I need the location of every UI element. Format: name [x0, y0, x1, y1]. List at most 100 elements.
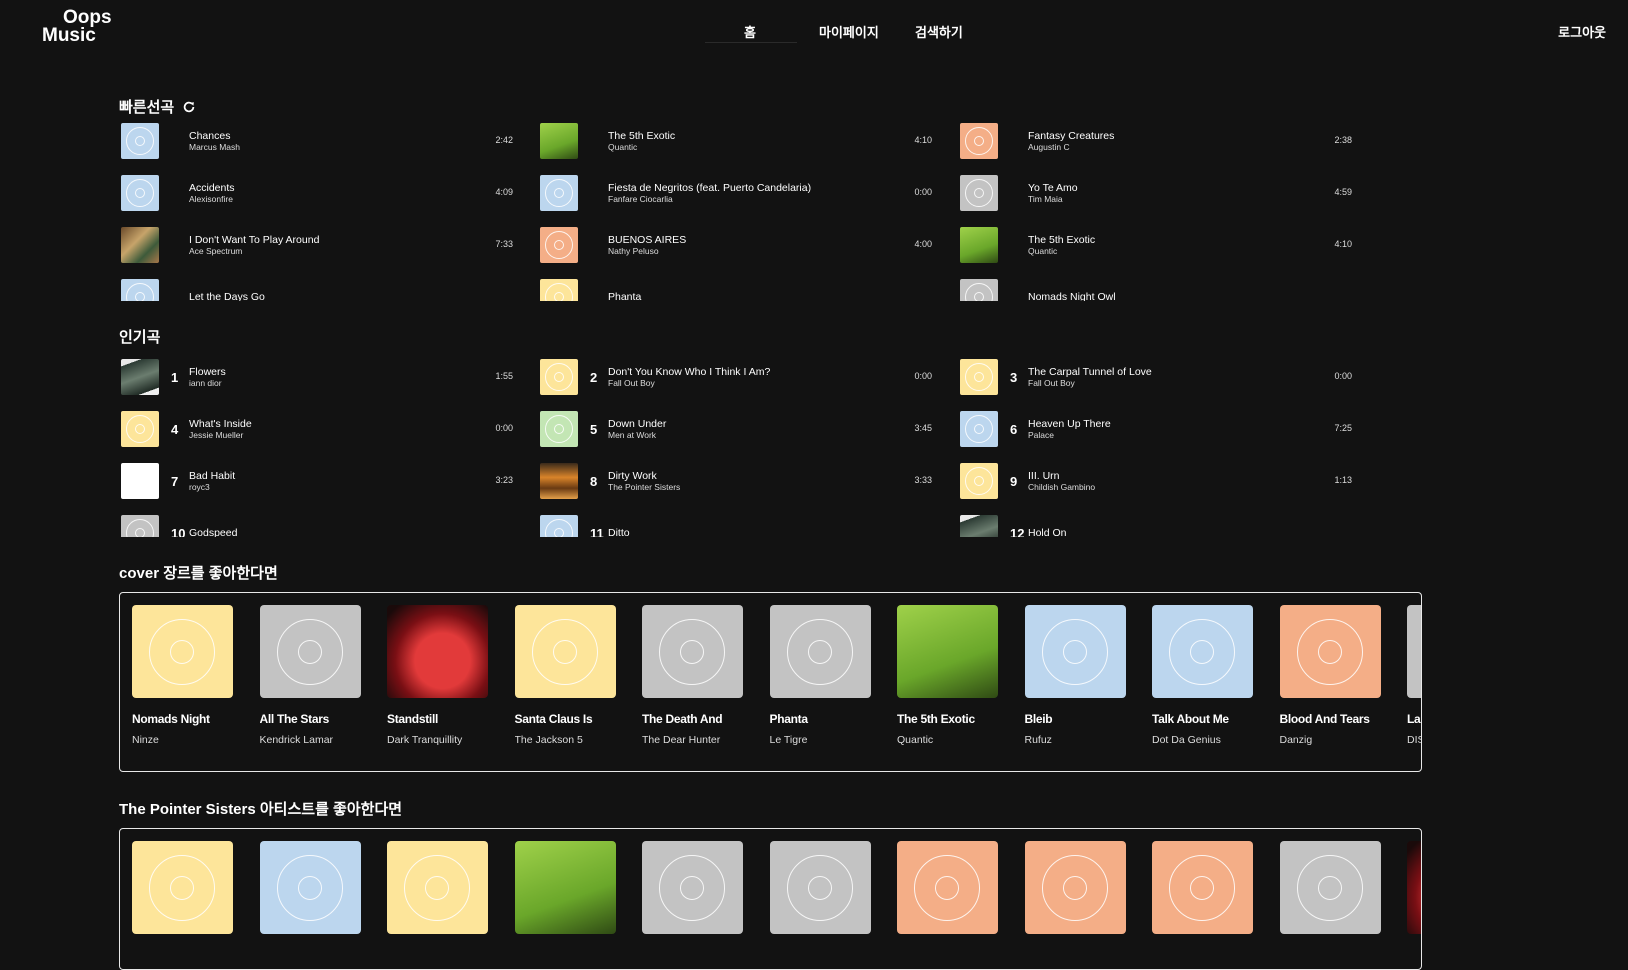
track-duration: 4:00 — [914, 239, 932, 249]
album-card[interactable]: Santa Claus Is The Jackson 5 — [514, 605, 616, 746]
album-artist: Dot Da Genius — [1152, 734, 1221, 746]
album-cover — [132, 605, 233, 698]
album-art — [540, 463, 578, 499]
album-art — [121, 515, 159, 537]
album-card[interactable]: The 5th Exotic Quantic — [897, 605, 998, 746]
track-row[interactable]: Fiesta de Negritos (feat. Puerto Candela… — [540, 173, 932, 213]
disc-center-icon — [974, 292, 984, 301]
album-card[interactable]: All The Stars Kendrick Lamar — [259, 605, 361, 746]
album-card[interactable]: Nomads Night Ninze — [132, 605, 233, 746]
album-cover — [387, 841, 488, 934]
album-card[interactable] — [387, 841, 488, 934]
track-row[interactable]: I Don't Want To Play Around Ace Spectrum 7… — [121, 225, 513, 265]
track-row[interactable]: 8 Dirty Work The Pointer Sisters 3:33 — [540, 461, 932, 501]
app-logo[interactable]: Oops Music — [42, 8, 112, 45]
genre-carousel[interactable]: Nomads Night Ninze All The Stars Kendrick L… — [119, 592, 1422, 772]
track-title: Fiesta de Negritos (feat. Puerto Candela… — [608, 181, 812, 194]
disc-center-icon — [554, 292, 564, 301]
album-card[interactable] — [897, 841, 998, 934]
album-art — [540, 227, 578, 263]
nav-home[interactable]: 홈 — [744, 22, 756, 41]
album-cover — [1407, 841, 1421, 934]
album-art — [960, 175, 998, 211]
album-card[interactable]: The Death And The Dear Hunter — [642, 605, 743, 746]
track-row[interactable]: 12 Hold On — [960, 513, 1352, 537]
album-art — [540, 175, 578, 211]
track-row[interactable]: Fantasy Creatures Augustin C 2:38 — [960, 121, 1352, 161]
album-card[interactable] — [1407, 841, 1421, 934]
track-row[interactable]: Phanta — [540, 277, 932, 301]
track-title: What's Inside — [189, 417, 252, 430]
track-title: The 5th Exotic — [1028, 233, 1096, 246]
track-row[interactable]: 4 What's Inside Jessie Mueller 0:00 — [121, 409, 513, 449]
track-rank: 1 — [171, 369, 179, 385]
disc-center-icon — [135, 528, 145, 537]
track-row[interactable]: 2 Don't You Know Who I Think I Am? Fall Ou… — [540, 357, 932, 397]
disc-center-icon — [1190, 640, 1214, 664]
nav-mypage[interactable]: 마이페이지 — [819, 22, 879, 41]
track-row[interactable]: 9 III. Urn Childish Gambino 1:13 — [960, 461, 1352, 501]
track-row[interactable]: 10 Godspeed — [121, 513, 513, 537]
track-info: Yo Te Amo Tim Maia — [1028, 182, 1323, 204]
artist-carousel[interactable] — [119, 828, 1422, 970]
track-row[interactable]: Yo Te Amo Tim Maia 4:59 — [960, 173, 1352, 213]
track-info: Fiesta de Negritos (feat. Puerto Candela… — [608, 181, 903, 204]
track-info: Phanta — [608, 290, 903, 301]
album-card[interactable]: Blood And Tears Danzig — [1279, 605, 1381, 746]
disc-center-icon — [974, 424, 984, 434]
album-card[interactable] — [514, 841, 616, 934]
album-artist: Ninze — [132, 734, 159, 746]
track-rank: 8 — [590, 473, 598, 489]
track-row[interactable]: 11 Ditto — [540, 513, 932, 537]
album-card[interactable]: Phanta Le Tigre — [769, 605, 871, 746]
track-row[interactable]: 5 Down Under Men at Work 3:45 — [540, 409, 932, 449]
disc-center-icon — [680, 876, 704, 900]
track-row[interactable]: The 5th Exotic Quantic 4:10 — [960, 225, 1352, 265]
track-row[interactable]: Nomads Night Owl — [960, 277, 1352, 301]
album-card[interactable] — [132, 841, 233, 934]
track-row[interactable]: The 5th Exotic Quantic 4:10 — [540, 121, 932, 161]
track-row[interactable]: 7 Bad Habit royc3 3:23 — [121, 461, 513, 501]
track-rank: 5 — [590, 421, 598, 437]
track-title: Accidents — [189, 181, 235, 194]
album-art — [960, 515, 998, 537]
album-card[interactable] — [1152, 841, 1253, 934]
album-card[interactable]: Standstill Dark Tranquillity — [387, 605, 488, 746]
nav-search[interactable]: 검색하기 — [915, 22, 963, 41]
album-cover — [1407, 605, 1421, 698]
album-card[interactable] — [642, 841, 743, 934]
track-row[interactable]: 6 Heaven Up There Palace 7:25 — [960, 409, 1352, 449]
track-info: Bad Habit royc3 — [189, 470, 484, 492]
track-title: I Don't Want To Play Around — [189, 233, 320, 246]
album-title: The 5th Exotic — [897, 712, 975, 726]
album-card[interactable] — [769, 841, 871, 934]
album-card[interactable] — [1024, 841, 1126, 934]
track-row[interactable]: 1 Flowers iann dior 1:55 — [121, 357, 513, 397]
track-row[interactable]: Chances Marcus Mash 2:42 — [121, 121, 513, 161]
track-row[interactable]: Accidents Alexisonfire 4:09 — [121, 173, 513, 213]
disc-center-icon — [1062, 640, 1087, 664]
track-duration: 1:13 — [1334, 475, 1352, 485]
track-row[interactable]: 3 The Carpal Tunnel of Love Fall Out Boy 0:… — [960, 357, 1352, 397]
album-card[interactable] — [259, 841, 361, 934]
album-cover — [642, 605, 743, 698]
track-row[interactable]: BUENOS AIRES Nathy Peluso 4:00 — [540, 225, 932, 265]
track-duration: 7:25 — [1334, 423, 1352, 433]
album-title: Santa Claus Is — [514, 712, 593, 726]
album-card[interactable]: Bleib Rufuz — [1024, 605, 1126, 746]
track-row[interactable]: Let the Days Go — [121, 277, 513, 301]
album-card[interactable]: La DIS — [1407, 605, 1421, 746]
track-title: Fantasy Creatures — [1028, 129, 1115, 142]
album-card[interactable] — [1279, 841, 1381, 934]
disc-center-icon — [170, 640, 194, 664]
album-art — [121, 227, 159, 263]
album-card[interactable]: Talk About Me Dot Da Genius — [1152, 605, 1253, 746]
logout-button[interactable]: 로그아웃 — [1558, 22, 1606, 41]
track-rank: 10 — [171, 525, 186, 538]
refresh-icon[interactable] — [182, 100, 196, 114]
track-info: Chances Marcus Mash — [189, 130, 484, 152]
disc-center-icon — [135, 292, 145, 301]
track-title: Phanta — [608, 290, 642, 301]
track-title: The 5th Exotic — [608, 129, 676, 142]
album-artist: The Jackson 5 — [514, 734, 583, 746]
